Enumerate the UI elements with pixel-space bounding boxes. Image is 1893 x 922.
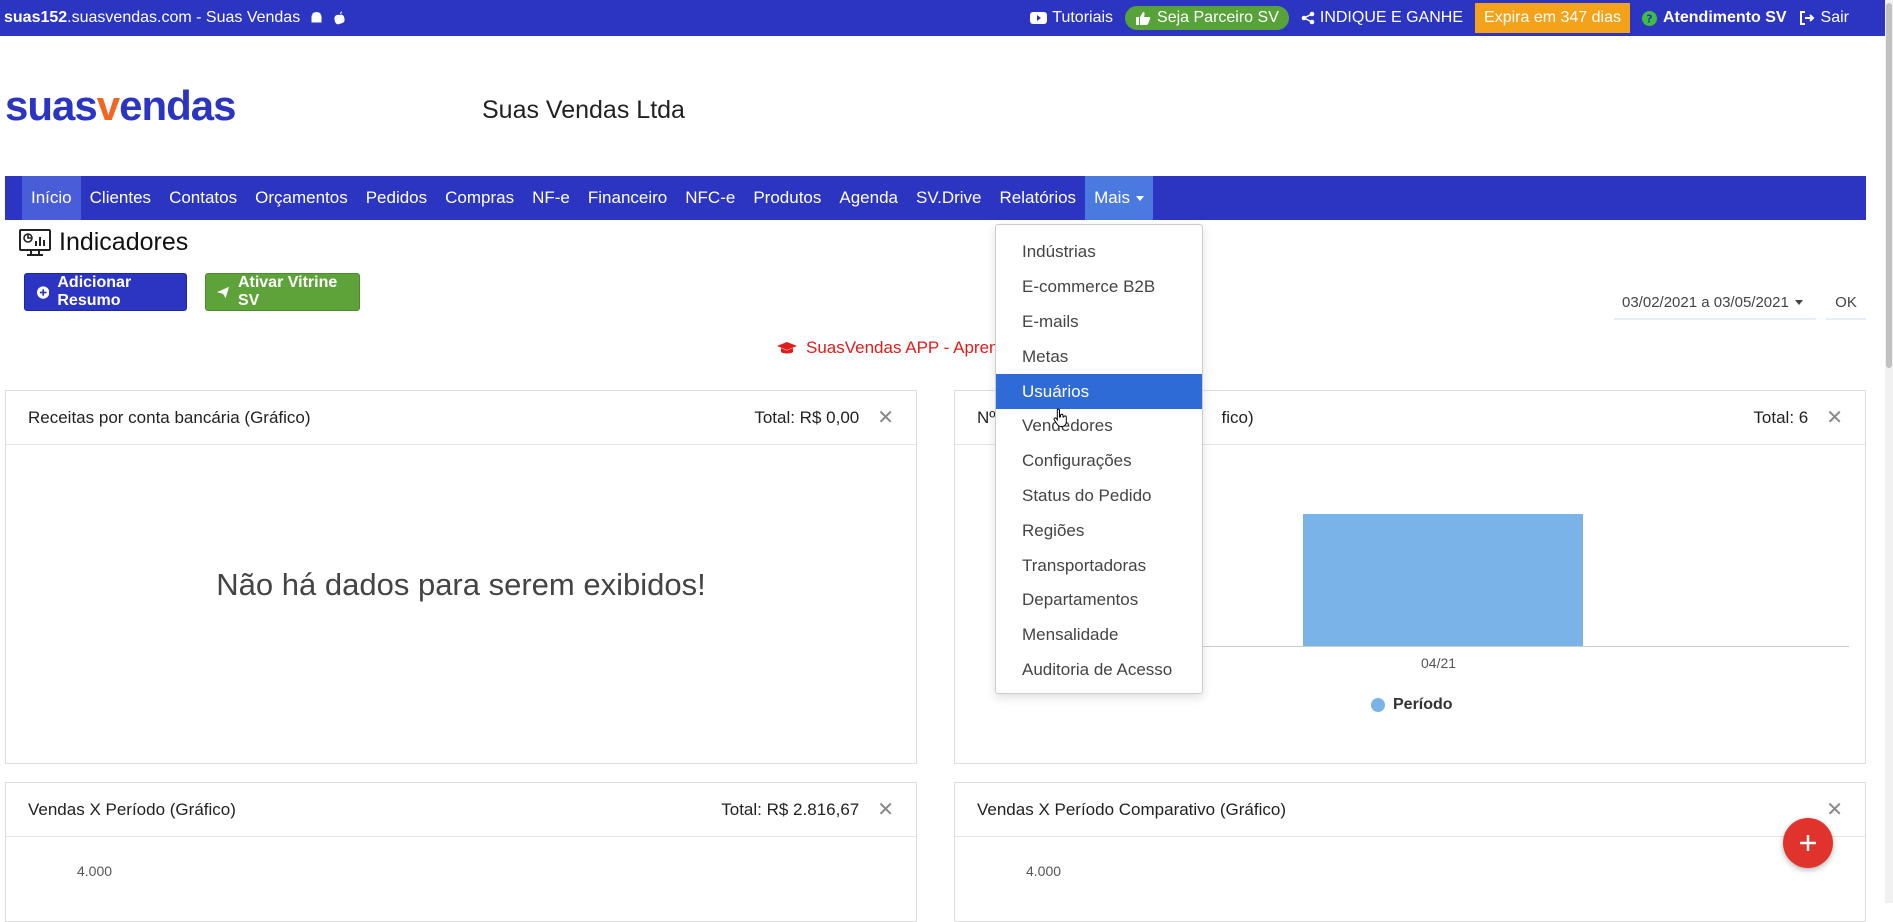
card-total: Total: R$ 2.816,67 xyxy=(721,799,860,819)
legend-dot xyxy=(1371,698,1385,712)
close-icon[interactable]: ✕ xyxy=(877,405,894,430)
suasvendas-logo[interactable]: suasvendas xyxy=(5,82,236,130)
caret-down-icon xyxy=(1135,195,1144,201)
card-header: Receitas por conta bancária (Gráfico) To… xyxy=(6,391,916,445)
domain-text: suas152.suasvendas.com - Suas Vendas xyxy=(4,9,301,26)
card-title: Vendas X Período Comparativo (Gráfico) xyxy=(977,799,1286,819)
company-name: Suas Vendas Ltda xyxy=(482,96,685,124)
monitor-chart-icon xyxy=(19,228,51,256)
add-resumo-button[interactable]: Adicionar Resumo xyxy=(24,273,187,311)
card-title: Receitas por conta bancária (Gráfico) xyxy=(28,407,311,427)
plus-circle-icon xyxy=(37,285,50,299)
svg-text:?: ? xyxy=(1646,12,1652,25)
card-total: Total: 6 xyxy=(1753,407,1809,427)
menu-item-configuracoes[interactable]: Configurações xyxy=(996,444,1202,479)
nav-clientes[interactable]: Clientes xyxy=(81,176,160,220)
top-bar-left: suas152.suasvendas.com - Suas Vendas xyxy=(4,0,346,36)
card-total: Total: R$ 0,00 xyxy=(754,407,860,427)
menu-item-mensalidade[interactable]: Mensalidade xyxy=(996,618,1202,653)
menu-item-auditoria-acesso[interactable]: Auditoria de Acesso xyxy=(996,653,1202,688)
legend-label: Período xyxy=(1393,696,1453,713)
y-tick-label: 4.000 xyxy=(77,863,113,879)
menu-item-metas[interactable]: Metas xyxy=(996,339,1202,374)
top-bar: suas152.suasvendas.com - Suas Vendas Tut… xyxy=(0,0,1893,36)
sign-out-icon xyxy=(1799,11,1814,25)
menu-item-usuarios[interactable]: Usuários xyxy=(996,374,1202,409)
card-title-start: Nº xyxy=(977,407,996,427)
page-title: Indicadores xyxy=(19,228,188,257)
close-icon[interactable]: ✕ xyxy=(877,797,894,822)
chart-legend[interactable]: Período xyxy=(1371,696,1453,714)
expira-badge[interactable]: Expira em 347 dias xyxy=(1475,3,1630,33)
card-title-end: fico) xyxy=(1221,407,1254,427)
nav-svdrive[interactable]: SV.Drive xyxy=(907,176,991,220)
card-header: Vendas X Período Comparativo (Gráfico) ✕ xyxy=(955,783,1865,837)
menu-item-status-pedido[interactable]: Status do Pedido xyxy=(996,479,1202,514)
nav-relatorios[interactable]: Relatórios xyxy=(991,176,1086,220)
menu-item-emails[interactable]: E-mails xyxy=(996,305,1202,340)
nav-financeiro[interactable]: Financeiro xyxy=(579,176,676,220)
thumbs-up-icon xyxy=(1136,11,1151,25)
main-navbar: Início Clientes Contatos Orçamentos Pedi… xyxy=(5,176,1866,220)
atendimento-link[interactable]: ? Atendimento SV xyxy=(1641,9,1787,27)
menu-item-departamentos[interactable]: Departamentos xyxy=(996,583,1202,618)
close-icon[interactable]: ✕ xyxy=(1826,797,1843,822)
x-tick-label: 04/21 xyxy=(1421,655,1457,671)
indique-link[interactable]: INDIQUE E GANHE xyxy=(1301,9,1463,27)
menu-item-regioes[interactable]: Regiões xyxy=(996,513,1202,548)
menu-item-ecommerce-b2b[interactable]: E-commerce B2B xyxy=(996,270,1202,305)
app-promo-link[interactable]: SuasVendas APP - Aprend xyxy=(776,338,1008,358)
share-icon xyxy=(1301,11,1315,25)
nav-compras[interactable]: Compras xyxy=(436,176,523,220)
menu-item-vendedores[interactable]: Vendedores xyxy=(996,409,1202,444)
paper-plane-icon xyxy=(216,286,230,298)
nav-produtos[interactable]: Produtos xyxy=(744,176,830,220)
top-bar-right: Tutoriais Seja Parceiro SV INDIQUE E GAN… xyxy=(1030,0,1849,36)
close-icon[interactable]: ✕ xyxy=(1826,405,1843,430)
card-title: Vendas X Período (Gráfico) xyxy=(28,799,236,819)
vendas-periodo-card: Vendas X Período (Gráfico) Total: R$ 2.8… xyxy=(5,782,917,922)
youtube-icon xyxy=(1030,12,1048,24)
nav-nfce[interactable]: NFC-e xyxy=(676,176,744,220)
receitas-card: Receitas por conta bancária (Gráfico) To… xyxy=(5,390,917,764)
menu-item-transportadoras[interactable]: Transportadoras xyxy=(996,548,1202,583)
date-range-picker[interactable]: 03/02/2021 a 03/05/2021 xyxy=(1614,287,1816,320)
nav-contatos[interactable]: Contatos xyxy=(160,176,246,220)
no-data-message: Não há dados para serem exibidos! xyxy=(216,567,706,602)
vendas-comparativo-card: Vendas X Período Comparativo (Gráfico) ✕… xyxy=(954,782,1866,922)
nav-inicio[interactable]: Início xyxy=(22,176,81,220)
ok-button[interactable]: OK xyxy=(1826,287,1866,320)
plus-icon xyxy=(1800,835,1816,851)
nav-mais-dropdown[interactable]: Mais xyxy=(1085,176,1153,220)
chart-bar[interactable] xyxy=(1303,514,1583,646)
hand-cursor-icon xyxy=(1053,408,1067,427)
tutoriais-link[interactable]: Tutoriais xyxy=(1030,9,1113,27)
caret-down-icon xyxy=(1794,300,1803,305)
ativar-vitrine-button[interactable]: Ativar Vitrine SV xyxy=(205,273,360,311)
scrollbar-thumb[interactable] xyxy=(1886,3,1892,368)
nav-nfe[interactable]: NF-e xyxy=(523,176,579,220)
menu-item-industrias[interactable]: Indústrias xyxy=(996,235,1202,270)
nav-orcamentos[interactable]: Orçamentos xyxy=(246,176,357,220)
nav-pedidos[interactable]: Pedidos xyxy=(357,176,436,220)
sair-link[interactable]: Sair xyxy=(1799,9,1849,27)
add-fab-button[interactable] xyxy=(1783,818,1833,868)
apple-icon[interactable] xyxy=(333,11,346,26)
card-header: Vendas X Período (Gráfico) Total: R$ 2.8… xyxy=(6,783,916,837)
page-scrollbar[interactable] xyxy=(1885,0,1893,903)
mais-dropdown-menu: Indústrias E-commerce B2B E-mails Metas … xyxy=(995,224,1203,694)
graduation-cap-icon xyxy=(777,341,797,353)
y-tick-label: 4.000 xyxy=(1026,863,1062,879)
android-icon[interactable] xyxy=(310,11,323,25)
nav-agenda[interactable]: Agenda xyxy=(830,176,907,220)
help-circle-icon: ? xyxy=(1641,10,1657,26)
parceiro-button[interactable]: Seja Parceiro SV xyxy=(1125,6,1289,30)
